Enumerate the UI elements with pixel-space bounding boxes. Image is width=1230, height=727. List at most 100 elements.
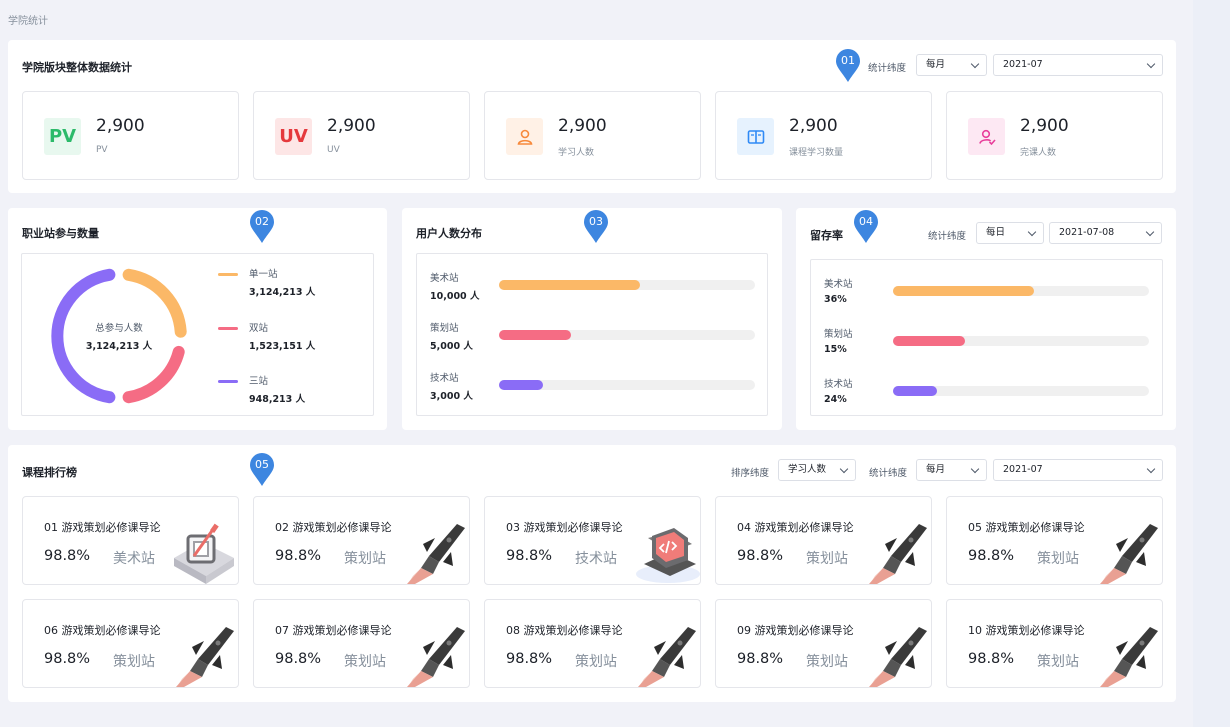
course-card[interactable]: 08 游戏策划必修课导论 98.8% 策划站 bbox=[484, 599, 701, 688]
course-percent: 98.8% bbox=[275, 651, 322, 667]
date-select[interactable]: 2021-07-08 bbox=[1049, 222, 1162, 244]
date-select-value: 2021-07 bbox=[1003, 59, 1043, 70]
stat-card-completed: 2,900 完课人数 bbox=[946, 91, 1163, 180]
bar-track bbox=[499, 330, 755, 340]
course-station: 策划站 bbox=[344, 551, 386, 567]
uv-icon: UV bbox=[275, 118, 312, 155]
row-name: 策划站 bbox=[430, 323, 459, 334]
course-card[interactable]: 06 游戏策划必修课导论 98.8% 策划站 bbox=[22, 599, 239, 688]
period-select[interactable]: 每月 bbox=[916, 54, 987, 76]
course-title: 10 游戏策划必修课导论 bbox=[968, 624, 1085, 637]
stat-card-learners: 2,900 学习人数 bbox=[484, 91, 701, 180]
course-percent: 98.8% bbox=[737, 651, 784, 667]
period-select[interactable]: 每日 bbox=[976, 222, 1044, 244]
legend-swatch bbox=[218, 380, 238, 383]
course-station: 策划站 bbox=[806, 654, 848, 670]
stat-value: 2,900 bbox=[789, 116, 838, 136]
course-percent: 98.8% bbox=[275, 548, 322, 564]
date-select[interactable]: 2021-07 bbox=[993, 54, 1163, 76]
rocket-icon bbox=[1092, 522, 1162, 584]
course-station: 策划站 bbox=[1037, 551, 1079, 567]
course-title: 05 游戏策划必修课导论 bbox=[968, 521, 1085, 534]
sort-select[interactable]: 学习人数 bbox=[778, 459, 856, 481]
bar-fill bbox=[893, 336, 965, 346]
chevron-down-icon bbox=[1145, 227, 1155, 237]
course-percent: 98.8% bbox=[506, 548, 553, 564]
distribution-row: 策划站 5,000 人 bbox=[417, 320, 767, 360]
course-title: 01 游戏策划必修课导论 bbox=[44, 521, 161, 534]
course-card[interactable]: 03 游戏策划必修课导论 98.8% 技术站 bbox=[484, 496, 701, 585]
course-title: 09 游戏策划必修课导论 bbox=[737, 624, 854, 637]
pv-icon: PV bbox=[44, 118, 81, 155]
dimension-label: 统计纬度 bbox=[928, 231, 967, 242]
code-laptop-icon bbox=[630, 522, 700, 584]
stat-card-pv: PV 2,900 PV bbox=[22, 91, 239, 180]
sort-label: 排序纬度 bbox=[731, 468, 770, 479]
art-icon bbox=[168, 522, 238, 584]
stat-value: 2,900 bbox=[96, 116, 145, 136]
stat-label: PV bbox=[96, 145, 108, 155]
ranking-card: 课程排行榜 05 排序纬度 学习人数 统计纬度 每月 2021-07 01 游戏… bbox=[8, 445, 1176, 702]
chevron-down-icon bbox=[1027, 227, 1037, 237]
course-card[interactable]: 10 游戏策划必修课导论 98.8% 策划站 bbox=[946, 599, 1163, 688]
marker-pin-04: 04 bbox=[853, 210, 879, 244]
date-select[interactable]: 2021-07 bbox=[993, 459, 1163, 481]
distribution-row: 技术站 3,000 人 bbox=[417, 370, 767, 410]
breadcrumb: 学院统计 bbox=[8, 16, 48, 27]
bar-track bbox=[499, 280, 755, 290]
rocket-icon bbox=[399, 625, 469, 687]
distribution-card: 用户人数分布 03 美术站 10,000 人 策划站 5,000 人 技术站 3… bbox=[402, 208, 782, 430]
participation-chart-panel: 总参与人数 3,124,213 人 单一站 3,124,213 人 双站 1,5… bbox=[21, 253, 374, 416]
course-card[interactable]: 05 游戏策划必修课导论 98.8% 策划站 bbox=[946, 496, 1163, 585]
donut-segment-triple bbox=[51, 268, 116, 404]
chevron-down-icon bbox=[1146, 59, 1156, 69]
course-card[interactable]: 01 游戏策划必修课导论 98.8% 美术站 bbox=[22, 496, 239, 585]
row-name: 技术站 bbox=[430, 373, 459, 384]
legend-swatch bbox=[218, 327, 238, 330]
period-select[interactable]: 每月 bbox=[916, 459, 987, 481]
course-station: 策划站 bbox=[113, 654, 155, 670]
marker-pin-05: 05 bbox=[249, 453, 275, 487]
course-percent: 98.8% bbox=[44, 548, 91, 564]
row-name: 美术站 bbox=[824, 279, 853, 290]
retention-row: 美术站 36% bbox=[811, 276, 1162, 316]
legend-value: 3,124,213 人 bbox=[249, 287, 316, 298]
rocket-icon bbox=[861, 522, 931, 584]
legend-value: 948,213 人 bbox=[249, 394, 306, 405]
course-card[interactable]: 04 游戏策划必修课导论 98.8% 策划站 bbox=[715, 496, 932, 585]
course-station: 技术站 bbox=[575, 551, 617, 567]
rocket-icon bbox=[861, 625, 931, 687]
stat-card-course-count: 2,900 课程学习数量 bbox=[715, 91, 932, 180]
donut-segment-double bbox=[122, 345, 185, 404]
row-value: 36% bbox=[824, 294, 847, 305]
course-percent: 98.8% bbox=[44, 651, 91, 667]
chevron-down-icon bbox=[839, 464, 849, 474]
bar-track bbox=[499, 380, 755, 390]
course-card[interactable]: 09 游戏策划必修课导论 98.8% 策划站 bbox=[715, 599, 932, 688]
stat-label: 完课人数 bbox=[1020, 148, 1057, 158]
period-select-value: 每月 bbox=[926, 59, 946, 70]
bar-fill bbox=[499, 280, 640, 290]
rocket-icon bbox=[399, 522, 469, 584]
donut-center-value: 3,124,213 人 bbox=[85, 341, 153, 352]
stat-label: 学习人数 bbox=[558, 148, 595, 158]
retention-row: 策划站 15% bbox=[811, 326, 1162, 366]
course-percent: 98.8% bbox=[968, 651, 1015, 667]
course-title: 04 游戏策划必修课导论 bbox=[737, 521, 854, 534]
course-station: 策划站 bbox=[344, 654, 386, 670]
marker-pin-01: 01 bbox=[835, 49, 861, 83]
course-card[interactable]: 02 游戏策划必修课导论 98.8% 策划站 bbox=[253, 496, 470, 585]
sort-select-value: 学习人数 bbox=[788, 464, 827, 475]
bar-fill bbox=[499, 330, 571, 340]
distribution-title: 用户人数分布 bbox=[416, 227, 482, 240]
course-card[interactable]: 07 游戏策划必修课导论 98.8% 策划站 bbox=[253, 599, 470, 688]
bar-track bbox=[893, 386, 1149, 396]
retention-row: 技术站 24% bbox=[811, 376, 1162, 416]
rocket-icon bbox=[630, 625, 700, 687]
chevron-down-icon bbox=[1146, 464, 1156, 474]
course-title: 03 游戏策划必修课导论 bbox=[506, 521, 623, 534]
retention-title: 留存率 bbox=[810, 229, 843, 242]
marker-pin-03: 03 bbox=[583, 210, 609, 244]
stat-label: 课程学习数量 bbox=[789, 148, 844, 158]
distribution-row: 美术站 10,000 人 bbox=[417, 270, 767, 310]
